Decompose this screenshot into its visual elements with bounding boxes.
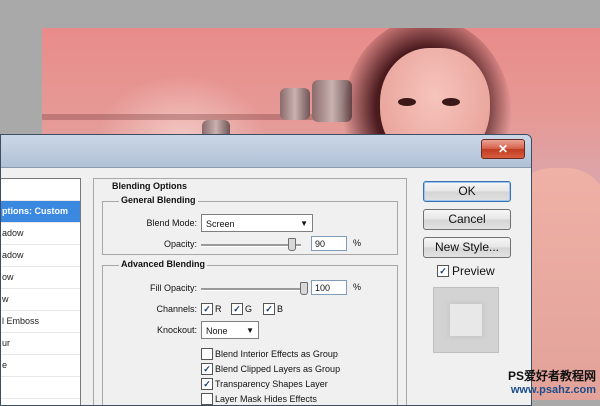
- blend-mode-label: Blend Mode:: [146, 218, 197, 228]
- styles-list: ptions: Custom adow adow ow w l Emboss u…: [1, 178, 81, 405]
- opacity-percent: %: [353, 238, 362, 248]
- style-item-drop-shadow[interactable]: adow: [1, 223, 80, 245]
- channels-label: Channels:: [156, 304, 197, 314]
- watermark-url: www.psahz.com: [510, 384, 596, 396]
- style-item-blending-options[interactable]: ptions: Custom: [1, 201, 80, 223]
- blend-interior-checkbox[interactable]: [201, 348, 213, 360]
- fill-opacity-percent: %: [353, 282, 362, 292]
- knockout-label: Knockout:: [156, 325, 197, 335]
- style-item-contour[interactable]: ur: [1, 333, 80, 355]
- opacity-slider-thumb[interactable]: [288, 238, 296, 251]
- channel-g-label: G: [245, 304, 253, 314]
- blend-mode-value: Screen: [206, 219, 235, 229]
- chevron-down-icon: ▼: [246, 326, 254, 335]
- channel-b-checkbox[interactable]: ✓: [263, 303, 275, 315]
- blend-clipped-checkbox[interactable]: ✓: [201, 363, 213, 375]
- close-icon: ✕: [497, 142, 509, 156]
- fill-opacity-slider-thumb[interactable]: [300, 282, 308, 295]
- style-item-styles[interactable]: [1, 179, 80, 201]
- opacity-slider-track[interactable]: [201, 244, 301, 247]
- layer-style-dialog: ✕ ptions: Custom adow adow ow w l Emboss…: [0, 134, 532, 406]
- dialog-titlebar[interactable]: ✕: [1, 135, 531, 167]
- general-blending-title: General Blending: [119, 195, 198, 205]
- preview-label: Preview: [452, 264, 495, 278]
- opacity-label: Opacity:: [163, 239, 197, 249]
- blending-options-panel: Blending Options General Blending Blend …: [93, 178, 407, 405]
- blend-mode-select[interactable]: Screen ▼: [201, 214, 313, 232]
- transparency-shapes-label: Transparency Shapes Layer: [215, 379, 328, 389]
- chevron-down-icon: ▼: [300, 219, 308, 228]
- site-watermark: PS爱好者教程网 www.psahz.com: [478, 369, 596, 397]
- style-item-texture[interactable]: e: [1, 355, 80, 377]
- layer-mask-hides-label: Layer Mask Hides Effects: [215, 394, 317, 404]
- style-item-bevel-emboss[interactable]: l Emboss: [1, 311, 80, 333]
- opacity-input[interactable]: 90: [311, 236, 347, 251]
- ok-button[interactable]: OK: [423, 181, 511, 202]
- style-item-inner-shadow[interactable]: adow: [1, 245, 80, 267]
- channel-r-checkbox[interactable]: ✓: [201, 303, 213, 315]
- dialog-client-area: ptions: Custom adow adow ow w l Emboss u…: [1, 167, 531, 405]
- advanced-blending-group: Advanced Blending Fill Opacity: 100 % Ch…: [102, 259, 398, 405]
- channel-g-checkbox[interactable]: ✓: [231, 303, 243, 315]
- blend-interior-label: Blend Interior Effects as Group: [215, 349, 338, 359]
- advanced-blending-title: Advanced Blending: [119, 259, 208, 269]
- channel-r-label: R: [215, 304, 222, 314]
- new-style-button[interactable]: New Style...: [423, 237, 511, 258]
- cancel-button[interactable]: Cancel: [423, 209, 511, 230]
- style-item-outer-glow[interactable]: ow: [1, 267, 80, 289]
- panel-title: Blending Options: [112, 181, 187, 191]
- fill-opacity-input[interactable]: 100: [311, 280, 347, 295]
- general-blending-group: General Blending Blend Mode: Screen ▼ Op…: [102, 195, 398, 255]
- style-item-inner-glow[interactable]: w: [1, 289, 80, 311]
- preview-swatch: [433, 287, 499, 353]
- blend-clipped-label: Blend Clipped Layers as Group: [215, 364, 341, 374]
- preview-swatch-inner: [450, 304, 482, 336]
- preview-checkbox[interactable]: ✓: [437, 265, 449, 277]
- fill-opacity-label: Fill Opacity:: [149, 283, 197, 293]
- watermark-title: PS爱好者教程网: [507, 369, 596, 383]
- transparency-shapes-checkbox[interactable]: ✓: [201, 378, 213, 390]
- knockout-select[interactable]: None ▼: [201, 321, 259, 339]
- knockout-value: None: [206, 326, 228, 336]
- style-item-satin[interactable]: [1, 377, 80, 399]
- channel-b-label: B: [277, 304, 284, 314]
- fill-opacity-slider-track[interactable]: [201, 288, 303, 291]
- layer-mask-hides-checkbox[interactable]: [201, 393, 213, 405]
- close-button[interactable]: ✕: [481, 139, 525, 159]
